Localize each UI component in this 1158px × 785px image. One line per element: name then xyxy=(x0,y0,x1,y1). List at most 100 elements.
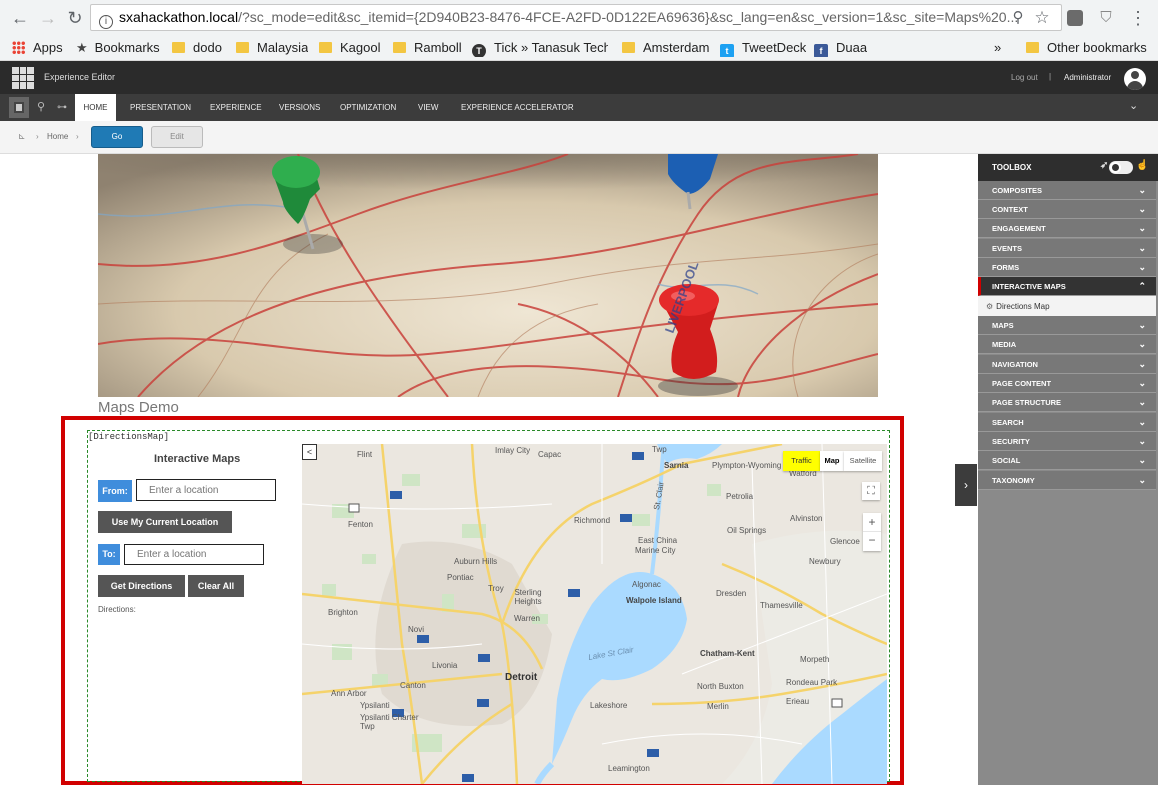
shield-extension-icon[interactable]: ⛉ xyxy=(1094,6,1118,30)
use-current-location-button[interactable]: Use My Current Location xyxy=(98,511,232,533)
fullscreen-icon[interactable]: ⛶ xyxy=(862,482,880,500)
menu-kebab-icon[interactable]: ⋮ xyxy=(1126,6,1150,30)
bookmark-duaa[interactable]: f Duaa xyxy=(814,39,867,57)
collapse-panel-button[interactable]: < xyxy=(302,444,317,460)
traffic-toggle[interactable]: Traffic xyxy=(783,451,820,471)
bookmark-star-icon[interactable]: ☆ xyxy=(1030,6,1054,30)
tab-view[interactable]: VIEW xyxy=(418,94,438,121)
info-icon[interactable]: i xyxy=(99,15,113,29)
extension-icon[interactable] xyxy=(1063,6,1087,30)
bookmark-label: Apps xyxy=(33,40,63,55)
rendering-icon: ⚙ xyxy=(986,302,994,311)
chevron-down-icon: ⌄ xyxy=(1138,262,1146,272)
map-label: Algonac xyxy=(632,580,661,589)
edit-button[interactable]: Edit xyxy=(151,126,203,148)
save-icon[interactable] xyxy=(9,97,29,118)
toolbox-header: TOOLBOX ➶ ☝ xyxy=(978,154,1158,181)
bookmark-kagool[interactable]: Kagool xyxy=(319,39,380,57)
toolbox-item-composites[interactable]: COMPOSITES ⌄ xyxy=(978,181,1156,200)
chevron-down-icon[interactable]: ⌄ xyxy=(1129,99,1138,112)
tab-experience-accelerator[interactable]: EXPERIENCE ACCELERATOR xyxy=(461,94,574,121)
toolbox-item-page-structure[interactable]: PAGE STRUCTURE ⌄ xyxy=(978,393,1156,412)
toolbox-item-social[interactable]: SOCIAL ⌄ xyxy=(978,451,1156,470)
toolbox-subitem-directions-map[interactable]: ⚙ Directions Map xyxy=(978,296,1156,317)
bookmark-tick[interactable]: T Tick » Tanasuk Techno xyxy=(472,39,608,57)
toolbox-item-media[interactable]: MEDIA ⌄ xyxy=(978,335,1156,354)
logout-link[interactable]: Log out xyxy=(1011,73,1038,82)
back-arrow-icon[interactable]: ← xyxy=(8,6,32,30)
go-button[interactable]: Go xyxy=(91,126,143,148)
toolbox-collapse-arrow-icon[interactable]: › xyxy=(955,464,977,506)
toolbox-item-taxonomy[interactable]: TAXONOMY ⌄ xyxy=(978,471,1156,490)
toolbox-item-interactive-maps[interactable]: INTERACTIVE MAPS ⌃ xyxy=(978,277,1156,296)
toolbox-item-label: FORMS xyxy=(992,263,1020,272)
get-directions-button[interactable]: Get Directions xyxy=(98,575,185,597)
map-label: Glencoe xyxy=(830,537,860,546)
reload-icon[interactable]: ↻ xyxy=(63,6,87,30)
map-label: Ypsilanti Charter Twp xyxy=(360,713,419,731)
address-bar[interactable]: i sxahackathon.local/?sc_mode=edit&sc_ite… xyxy=(90,4,1062,31)
clear-all-button[interactable]: Clear All xyxy=(188,575,244,597)
sitecore-launchpad-icon[interactable] xyxy=(12,67,34,89)
toolbox-toggle[interactable] xyxy=(1109,161,1133,174)
breadcrumb: ⊾ › Home › Go Edit xyxy=(0,121,1158,154)
toolbox-item-label: COMPOSITES xyxy=(992,186,1043,195)
google-map[interactable]: Flint Imlay City Capac Sarnia Twp Plympt… xyxy=(302,444,887,784)
toolbox-item-label: NAVIGATION xyxy=(992,360,1038,369)
search-icon[interactable]: ⚲ xyxy=(31,97,51,118)
folder-icon xyxy=(1026,42,1039,53)
editor-title: Experience Editor xyxy=(44,72,116,82)
toolbox-item-security[interactable]: SECURITY ⌄ xyxy=(978,432,1156,451)
toolbox-item-search[interactable]: SEARCH ⌄ xyxy=(978,413,1156,432)
bookmark-label: Malaysia xyxy=(257,40,309,55)
tab-experience[interactable]: EXPERIENCE xyxy=(210,94,262,121)
toolbox-item-forms[interactable]: FORMS ⌄ xyxy=(978,258,1156,277)
toolbox-item-page-content[interactable]: PAGE CONTENT ⌄ xyxy=(978,374,1156,393)
map-label: Oil Springs xyxy=(727,526,767,535)
browser-toolbar: ← → ↻ i sxahackathon.local/?sc_mode=edit&… xyxy=(0,0,1158,35)
map-label: Leamington xyxy=(608,764,650,773)
bookmark-malaysia[interactable]: Malaysia xyxy=(236,39,308,57)
star-icon: ★ xyxy=(76,40,88,55)
toolbox-item-context[interactable]: CONTEXT ⌄ xyxy=(978,200,1156,219)
toolbox-item-engagement[interactable]: ENGAGEMENT ⌄ xyxy=(978,219,1156,238)
map-label: Erieau xyxy=(786,697,810,706)
other-bookmarks[interactable]: Other bookmarks xyxy=(1026,39,1147,57)
map-label: Chatham-Kent xyxy=(700,649,755,658)
apps-grid-icon xyxy=(12,41,25,54)
hero-image-graphic: LIVERPOOL xyxy=(98,154,878,397)
map-label: Dresden xyxy=(716,589,747,598)
toolbox-item-maps[interactable]: MAPS ⌄ xyxy=(978,316,1156,335)
tab-optimization[interactable]: OPTIMIZATION xyxy=(340,94,396,121)
zoom-in-button[interactable]: + xyxy=(863,513,881,532)
to-input[interactable] xyxy=(124,544,264,565)
toolbox-item-events[interactable]: EVENTS ⌄ xyxy=(978,239,1156,258)
map-label: Novi xyxy=(408,625,425,634)
tab-home[interactable]: HOME xyxy=(75,94,116,121)
avatar[interactable] xyxy=(1124,68,1146,90)
toolbox-item-label: EVENTS xyxy=(992,244,1023,253)
map-label: East China xyxy=(638,536,678,545)
bookmark-apps[interactable]: Apps xyxy=(12,39,63,57)
tab-versions[interactable]: VERSIONS xyxy=(279,94,320,121)
zoom-out-button[interactable]: − xyxy=(863,532,881,551)
satellite-type-button[interactable]: Satellite xyxy=(844,451,882,471)
chevron-down-icon: ⌄ xyxy=(1138,397,1146,407)
tree-structure-icon[interactable]: ⊶ xyxy=(52,97,72,118)
zoom-search-icon[interactable]: ⚲ xyxy=(1006,6,1030,30)
toolbox-item-navigation[interactable]: NAVIGATION ⌄ xyxy=(978,355,1156,374)
tab-presentation[interactable]: PRESENTATION xyxy=(130,94,191,121)
breadcrumb-home[interactable]: Home xyxy=(47,132,68,141)
user-name[interactable]: Administrator xyxy=(1064,73,1111,82)
bookmarks-overflow-button[interactable]: » xyxy=(994,39,1001,57)
bookmark-label: dodo xyxy=(193,40,222,55)
bookmark-ramboll[interactable]: Ramboll xyxy=(393,39,462,57)
bookmark-bookmarks[interactable]: ★ Bookmarks xyxy=(76,39,160,57)
map-label: Merlin xyxy=(707,702,729,711)
forward-arrow-icon[interactable]: → xyxy=(36,6,60,30)
bookmark-tweetdeck[interactable]: t TweetDeck xyxy=(720,39,806,57)
bookmark-amsterdam[interactable]: Amsterdam xyxy=(622,39,709,57)
map-type-button[interactable]: Map xyxy=(820,451,844,471)
bookmark-dodo[interactable]: dodo xyxy=(172,39,222,57)
from-input[interactable] xyxy=(136,479,276,501)
